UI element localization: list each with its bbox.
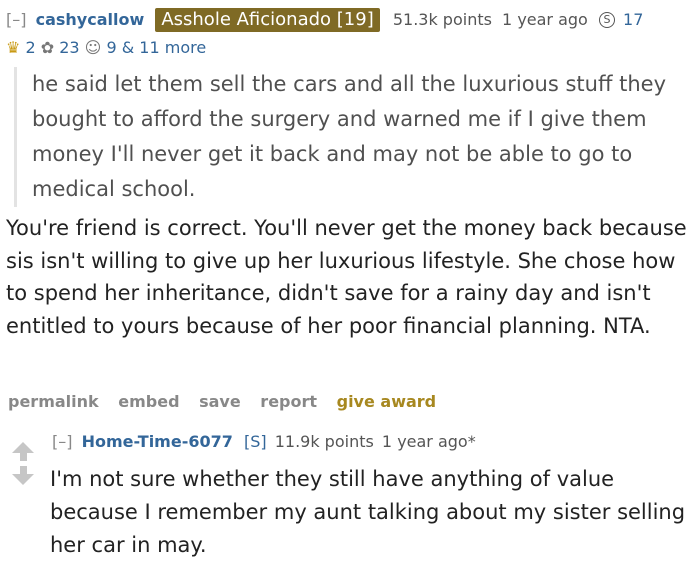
- comment-1-header: [–] cashycallow Asshole Aficionado [19] …: [6, 8, 643, 34]
- gold-award-count: 2: [25, 38, 36, 57]
- silver-award-icon[interactable]: S: [598, 12, 615, 28]
- timestamp: 1 year ago: [502, 10, 588, 29]
- give-award-button[interactable]: give award: [337, 392, 437, 411]
- comment-body: You're friend is correct. You'll never g…: [6, 216, 687, 338]
- downvote-arrow-icon[interactable]: [12, 466, 34, 485]
- vote-arrows: [12, 442, 34, 485]
- op-tag[interactable]: [S]: [244, 432, 267, 451]
- awards-row: ♛ 2 ✿ 23 ☺ 9 & 11 more: [6, 37, 206, 57]
- timestamp: 1 year ago*: [381, 432, 476, 451]
- collapse-toggle[interactable]: [–]: [6, 10, 26, 29]
- comment-2-header: [–] Home-Time-6077 [S] 11.9k points 1 ye…: [52, 431, 476, 453]
- points: 11.9k points: [274, 432, 374, 451]
- comment-meta: 51.3k points 1 year ago: [393, 10, 593, 29]
- comment-body: I'm not sure whether they still have any…: [50, 467, 686, 557]
- save-button[interactable]: save: [199, 392, 241, 411]
- author-link[interactable]: Home-Time-6077: [82, 432, 233, 451]
- gold-award-icon[interactable]: ♛: [6, 38, 20, 57]
- permalink-button[interactable]: permalink: [8, 392, 99, 411]
- points: 51.3k points: [392, 10, 492, 29]
- more-awards-link[interactable]: & 11 more: [122, 38, 206, 57]
- embed-button[interactable]: embed: [118, 392, 179, 411]
- helpful-award-count: 23: [59, 38, 80, 57]
- author-link[interactable]: cashycallow: [36, 10, 145, 29]
- user-flair: Asshole Aficionado [19]: [155, 8, 380, 32]
- wholesome-award-icon[interactable]: ☺: [85, 38, 102, 57]
- report-button[interactable]: report: [260, 392, 317, 411]
- upvote-arrow-icon[interactable]: [12, 442, 34, 461]
- helpful-award-icon[interactable]: ✿: [41, 38, 54, 57]
- blockquote: he said let them sell the cars and all t…: [14, 67, 700, 207]
- comment-actions: permalink embed save report give award: [8, 392, 450, 411]
- silver-award-count: 17: [623, 10, 644, 29]
- collapse-toggle[interactable]: [–]: [52, 432, 72, 451]
- wholesome-award-count: 9: [106, 38, 117, 57]
